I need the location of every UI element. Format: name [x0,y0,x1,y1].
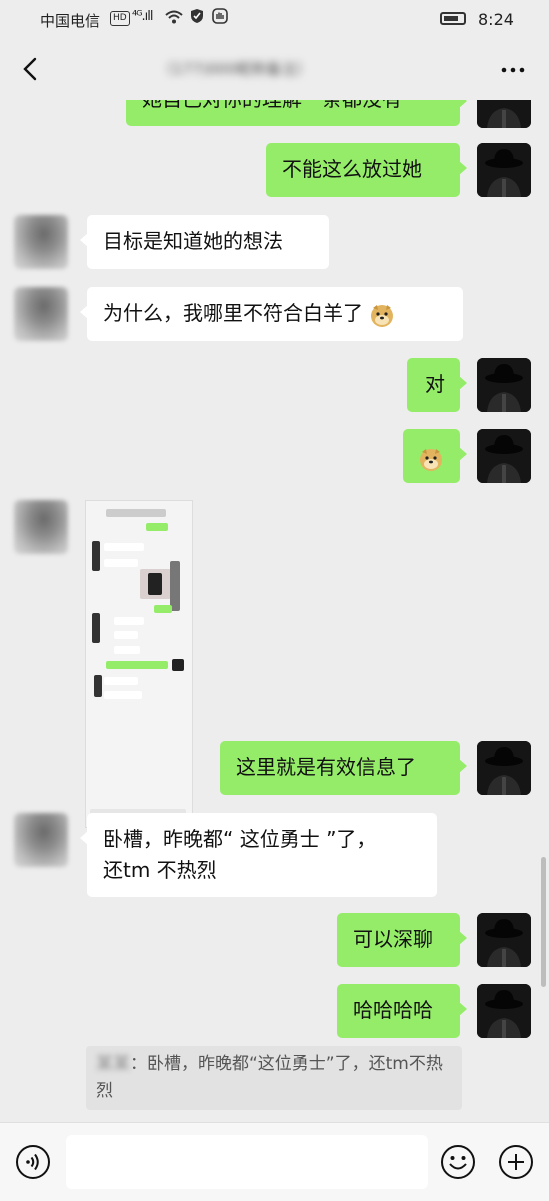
message-text: 可以深聊 [353,927,433,951]
my-avatar[interactable] [477,358,531,412]
message-text: 为什么，我哪里不符合白羊了 [103,301,363,325]
chat-header: （177)000昵称备注） [0,40,549,100]
more-dots-icon[interactable] [498,58,528,82]
contact-avatar[interactable] [14,500,68,554]
message-text-line: 卧槽，昨晚都“ 这位勇士 ”了， [103,827,377,851]
hat-man-avatar-icon [477,984,531,1038]
clock: 8:24 [478,10,514,29]
hand-icon [212,8,228,24]
message-text: 不能这么放过她 [282,157,422,181]
my-avatar[interactable] [477,984,531,1038]
contact-avatar[interactable] [14,215,68,269]
hat-man-avatar-icon [477,358,531,412]
sent-message[interactable]: 她自己对你的理解一条都没有 [126,100,467,126]
message-text: 对 [425,372,445,396]
input-bar [0,1122,549,1201]
my-avatar[interactable] [477,741,531,795]
my-avatar[interactable] [477,429,531,483]
status-bar: 中国电信 HD ⁴ᴳ.ıll 8:24 [0,0,549,40]
sent-message[interactable]: 这里就是有效信息了 [220,741,467,795]
hd-badge: HD [110,11,130,26]
quote-sender: 某某 [96,1054,130,1074]
message-text: 她自己对你的理解一条都没有 [142,100,402,111]
hat-man-avatar-icon [477,429,531,483]
quoted-reply[interactable]: 某某：卧槽，昨晚都“这位勇士”了，还tm不热烈 [86,1046,462,1110]
shield-check-icon [191,9,204,23]
quote-text: ：卧槽，昨晚都“这位勇士”了，还tm不热烈 [96,1054,443,1101]
sent-message[interactable]: 不能这么放过她 [266,143,467,197]
message-text: 哈哈哈哈 [353,998,433,1022]
chevron-left-icon[interactable] [16,54,46,84]
hat-man-avatar-icon [477,741,531,795]
battery-icon [440,12,466,25]
doge-emoji-icon [371,304,394,327]
my-avatar[interactable] [477,100,531,128]
sent-emoji-message[interactable] [403,429,467,483]
received-message[interactable]: 为什么，我哪里不符合白羊了 [80,287,463,341]
contact-avatar[interactable] [14,287,68,341]
plus-icon[interactable] [497,1143,535,1181]
message-list[interactable]: 她自己对你的理解一条都没有 不能这么放过她 目标是知道她的想法 为什么，我哪里不… [0,100,549,1122]
status-icons [165,8,228,28]
my-avatar[interactable] [477,143,531,197]
hat-man-avatar-icon [477,913,531,967]
screenshot-image[interactable] [85,500,193,828]
scrollbar[interactable] [541,857,546,987]
doge-emoji-icon [420,448,442,471]
contact-avatar[interactable] [14,813,68,867]
my-avatar[interactable] [477,913,531,967]
message-text: 这里就是有效信息了 [236,755,416,779]
voice-icon[interactable] [14,1143,52,1181]
hat-man-avatar-icon [477,143,531,197]
hat-man-avatar-icon [477,100,531,128]
wifi-icon [165,10,183,24]
message-text: 目标是知道她的想法 [103,229,283,253]
message-input[interactable] [66,1135,428,1189]
carrier-label: 中国电信 [40,12,101,30]
chat-title: （177)000昵称备注） [158,60,312,78]
sent-message[interactable]: 对 [407,358,467,412]
received-message[interactable]: 卧槽，昨晚都“ 这位勇士 ”了， 还tm 不热烈 [80,813,437,897]
sent-message[interactable]: 哈哈哈哈 [337,984,467,1038]
message-text-line: 还tm 不热烈 [103,858,217,882]
emoji-icon[interactable] [439,1143,477,1181]
received-message[interactable]: 目标是知道她的想法 [80,215,329,269]
sent-message[interactable]: 可以深聊 [337,913,467,967]
signal-icon: ⁴ᴳ.ıll [132,9,154,24]
